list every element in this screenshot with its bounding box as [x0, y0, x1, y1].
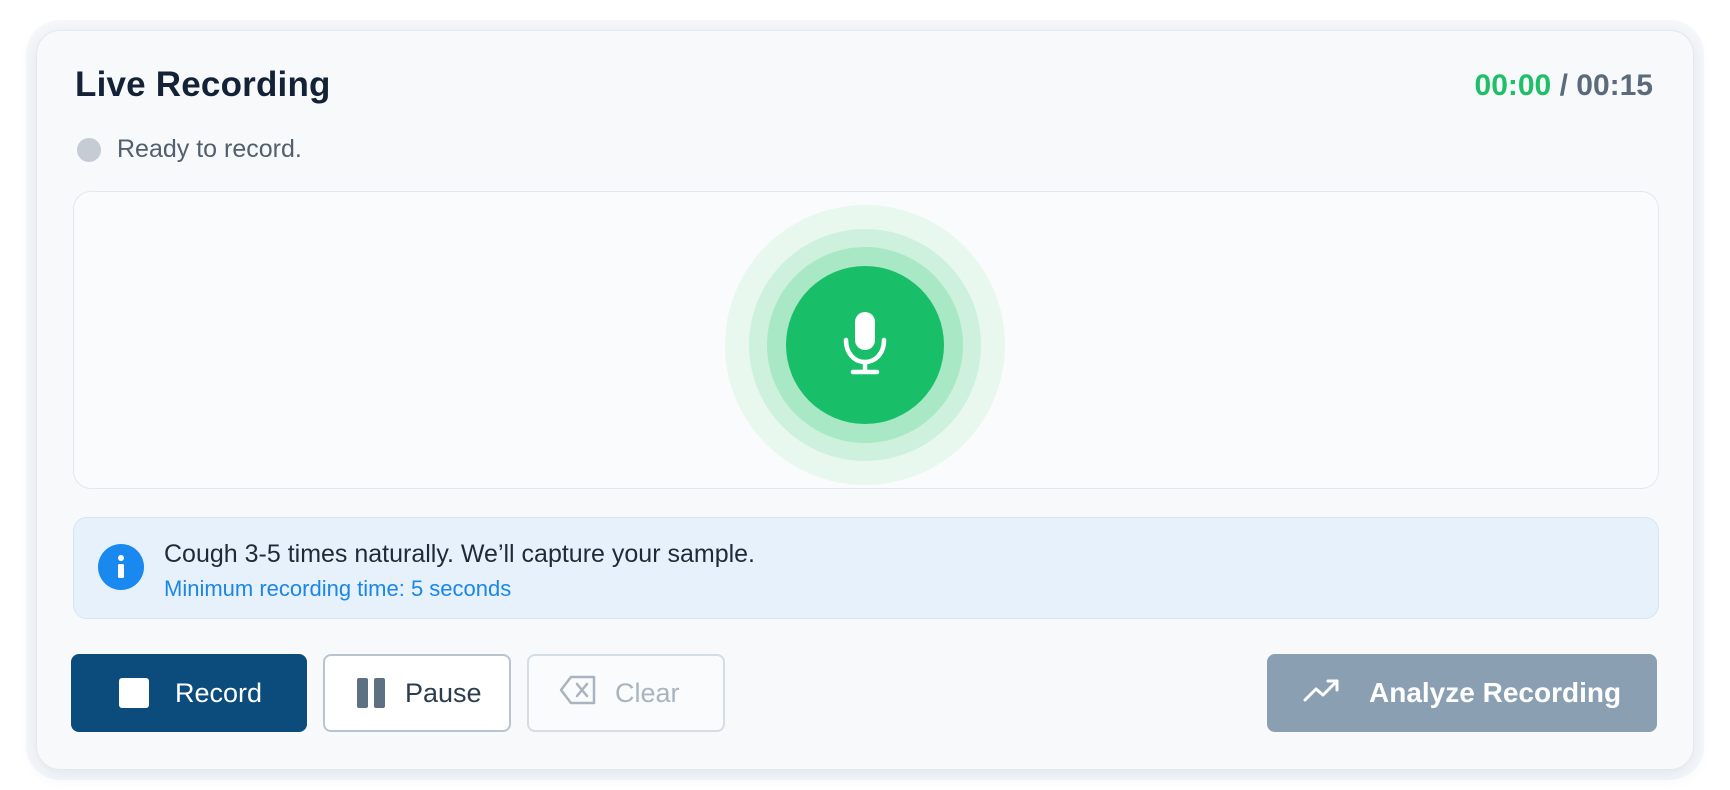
page-title: Live Recording — [75, 65, 331, 104]
recording-status: Ready to record. — [77, 135, 302, 164]
microphone-icon — [841, 310, 889, 381]
trending-up-icon — [1303, 677, 1341, 710]
minimum-time-hint: Minimum recording time: 5 seconds — [164, 576, 512, 601]
stop-square-icon — [119, 678, 149, 708]
microphone-button[interactable] — [786, 266, 944, 424]
status-text: Ready to record. — [117, 135, 302, 163]
info-icon — [98, 544, 144, 590]
record-button-label: Record — [175, 677, 263, 708]
backspace-icon — [559, 675, 597, 712]
pause-icon — [357, 678, 385, 708]
status-indicator-dot — [77, 137, 101, 162]
clear-button-label: Clear — [615, 677, 680, 708]
clear-button[interactable]: Clear — [527, 654, 725, 732]
analyze-recording-button[interactable]: Analyze Recording — [1267, 654, 1657, 732]
pause-button-label: Pause — [405, 677, 482, 708]
recording-card: Live Recording 00:00 / 00:15 Ready to re… — [36, 30, 1694, 770]
analyze-button-label: Analyze Recording — [1369, 677, 1622, 708]
pause-button[interactable]: Pause — [323, 654, 511, 732]
instruction-text: Cough 3-5 times naturally. We’ll capture… — [164, 540, 756, 568]
timer-separator: / — [1551, 69, 1577, 102]
timer-elapsed: 00:00 — [1474, 69, 1552, 102]
instruction-banner: Cough 3-5 times naturally. We’ll capture… — [73, 517, 1659, 619]
record-button[interactable]: Record — [71, 654, 307, 732]
recording-timer: 00:00 / 00:15 — [1475, 69, 1653, 103]
timer-total: 00:15 — [1576, 69, 1653, 102]
